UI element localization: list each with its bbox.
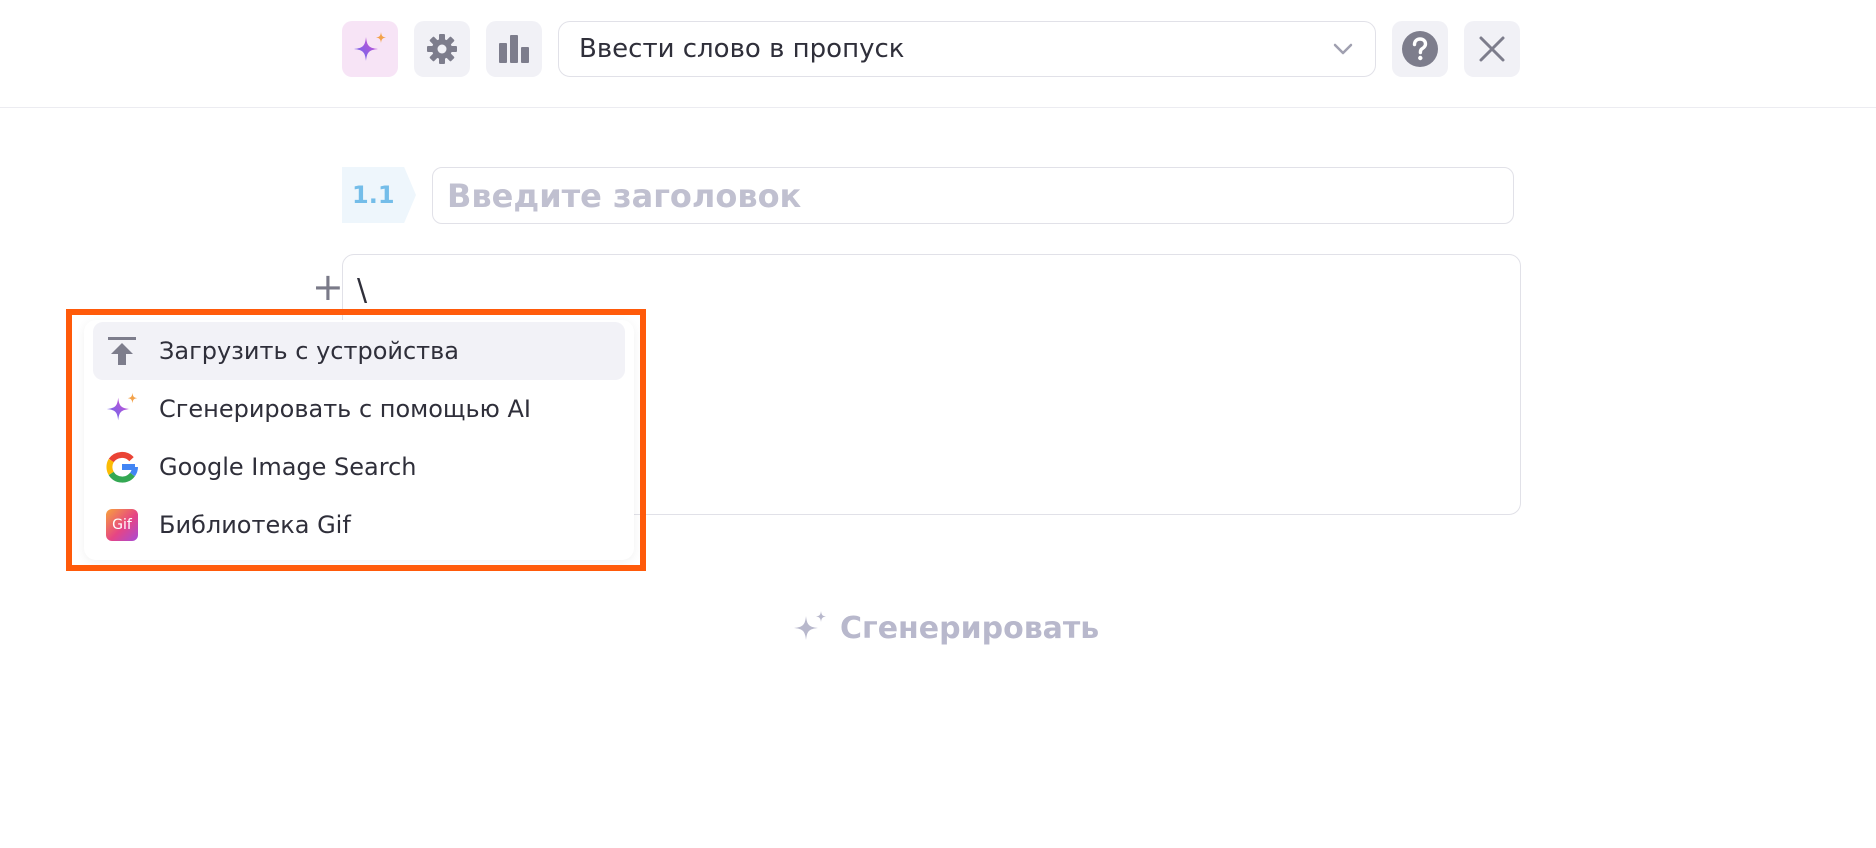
bar-chart-icon [499, 35, 529, 63]
question-number-badge: 1.1 [342, 167, 416, 223]
ai-assistant-button[interactable] [342, 21, 398, 77]
google-icon [103, 448, 141, 486]
help-icon [1402, 31, 1438, 67]
generate-button-label: Сгенерировать [840, 610, 1100, 646]
top-toolbar: Ввести слово в пропуск [0, 0, 1876, 108]
help-button[interactable] [1392, 21, 1448, 77]
close-icon [1479, 36, 1505, 62]
upload-icon [103, 332, 141, 370]
generate-button[interactable]: Сгенерировать [790, 608, 1099, 648]
insert-media-menu: Загрузить с устройства Сгенерировать с п… [84, 320, 634, 560]
question-type-value: Ввести слово в пропуск [579, 34, 905, 64]
chevron-down-icon [1333, 43, 1353, 55]
menu-item-label: Загрузить с устройства [159, 337, 459, 365]
menu-item-google-image-search[interactable]: Google Image Search [93, 438, 625, 496]
menu-item-upload[interactable]: Загрузить с устройства [93, 322, 625, 380]
gif-icon: Gif [103, 506, 141, 544]
sparkle-icon [794, 611, 826, 640]
settings-button[interactable] [414, 21, 470, 77]
question-title-input[interactable]: Введите заголовок [432, 167, 1514, 224]
insert-plus-button[interactable]: + [312, 268, 344, 306]
menu-item-label: Google Image Search [159, 453, 417, 481]
menu-item-generate-ai[interactable]: Сгенерировать с помощью AI [93, 380, 625, 438]
ai-sparkle-icon [103, 390, 141, 428]
question-type-select[interactable]: Ввести слово в пропуск [558, 21, 1376, 77]
menu-item-label: Сгенерировать с помощью AI [159, 395, 532, 423]
close-button[interactable] [1464, 21, 1520, 77]
editor-text: \ [357, 273, 368, 308]
gif-badge: Gif [106, 509, 138, 541]
menu-item-label: Библиотека Gif [159, 511, 351, 539]
ai-sparkle-icon [354, 32, 386, 61]
statistics-button[interactable] [486, 21, 542, 77]
gear-icon [427, 34, 457, 64]
menu-item-gif-library[interactable]: Gif Библиотека Gif [93, 496, 625, 554]
